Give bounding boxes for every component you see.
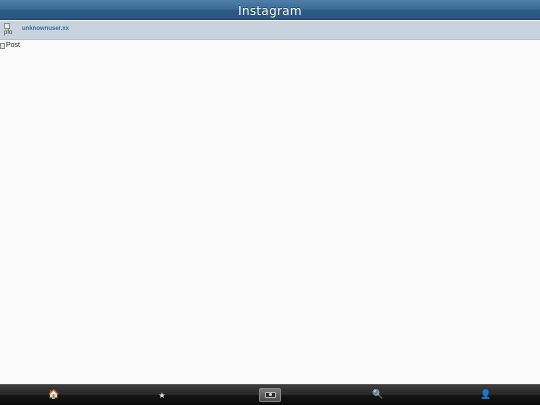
bottom-tab-bar: 🏠 ★ 🔍 👤 bbox=[0, 384, 540, 405]
post-image-alt-text: Post bbox=[6, 42, 21, 49]
camera-icon bbox=[264, 392, 276, 398]
avatar[interactable]: pfo bbox=[4, 23, 18, 39]
tab-search[interactable]: 🔍 bbox=[324, 385, 432, 405]
avatar-alt-text: pfo bbox=[4, 30, 13, 36]
tab-popular[interactable]: ★ bbox=[108, 385, 216, 405]
tab-home[interactable]: 🏠 bbox=[0, 385, 108, 405]
broken-image-icon bbox=[0, 42, 5, 49]
home-icon: 🏠 bbox=[48, 389, 60, 400]
tab-profile[interactable]: 👤 bbox=[432, 385, 540, 405]
camera-button[interactable] bbox=[259, 388, 281, 402]
title-bar: Instagram bbox=[0, 0, 540, 20]
tab-camera[interactable] bbox=[216, 385, 324, 405]
app-window: Instagram pfo unknownuser.xx Post 🏠 ★ 🔍 … bbox=[0, 0, 540, 405]
post-image[interactable]: Post bbox=[0, 41, 20, 50]
star-icon: ★ bbox=[158, 390, 166, 400]
post-header: pfo unknownuser.xx bbox=[0, 21, 540, 40]
app-title: Instagram bbox=[238, 4, 302, 18]
search-icon: 🔍 bbox=[372, 389, 384, 400]
profile-icon: 👤 bbox=[480, 389, 492, 400]
username-link[interactable]: unknownuser.xx bbox=[22, 26, 69, 32]
broken-image-icon bbox=[4, 23, 10, 29]
